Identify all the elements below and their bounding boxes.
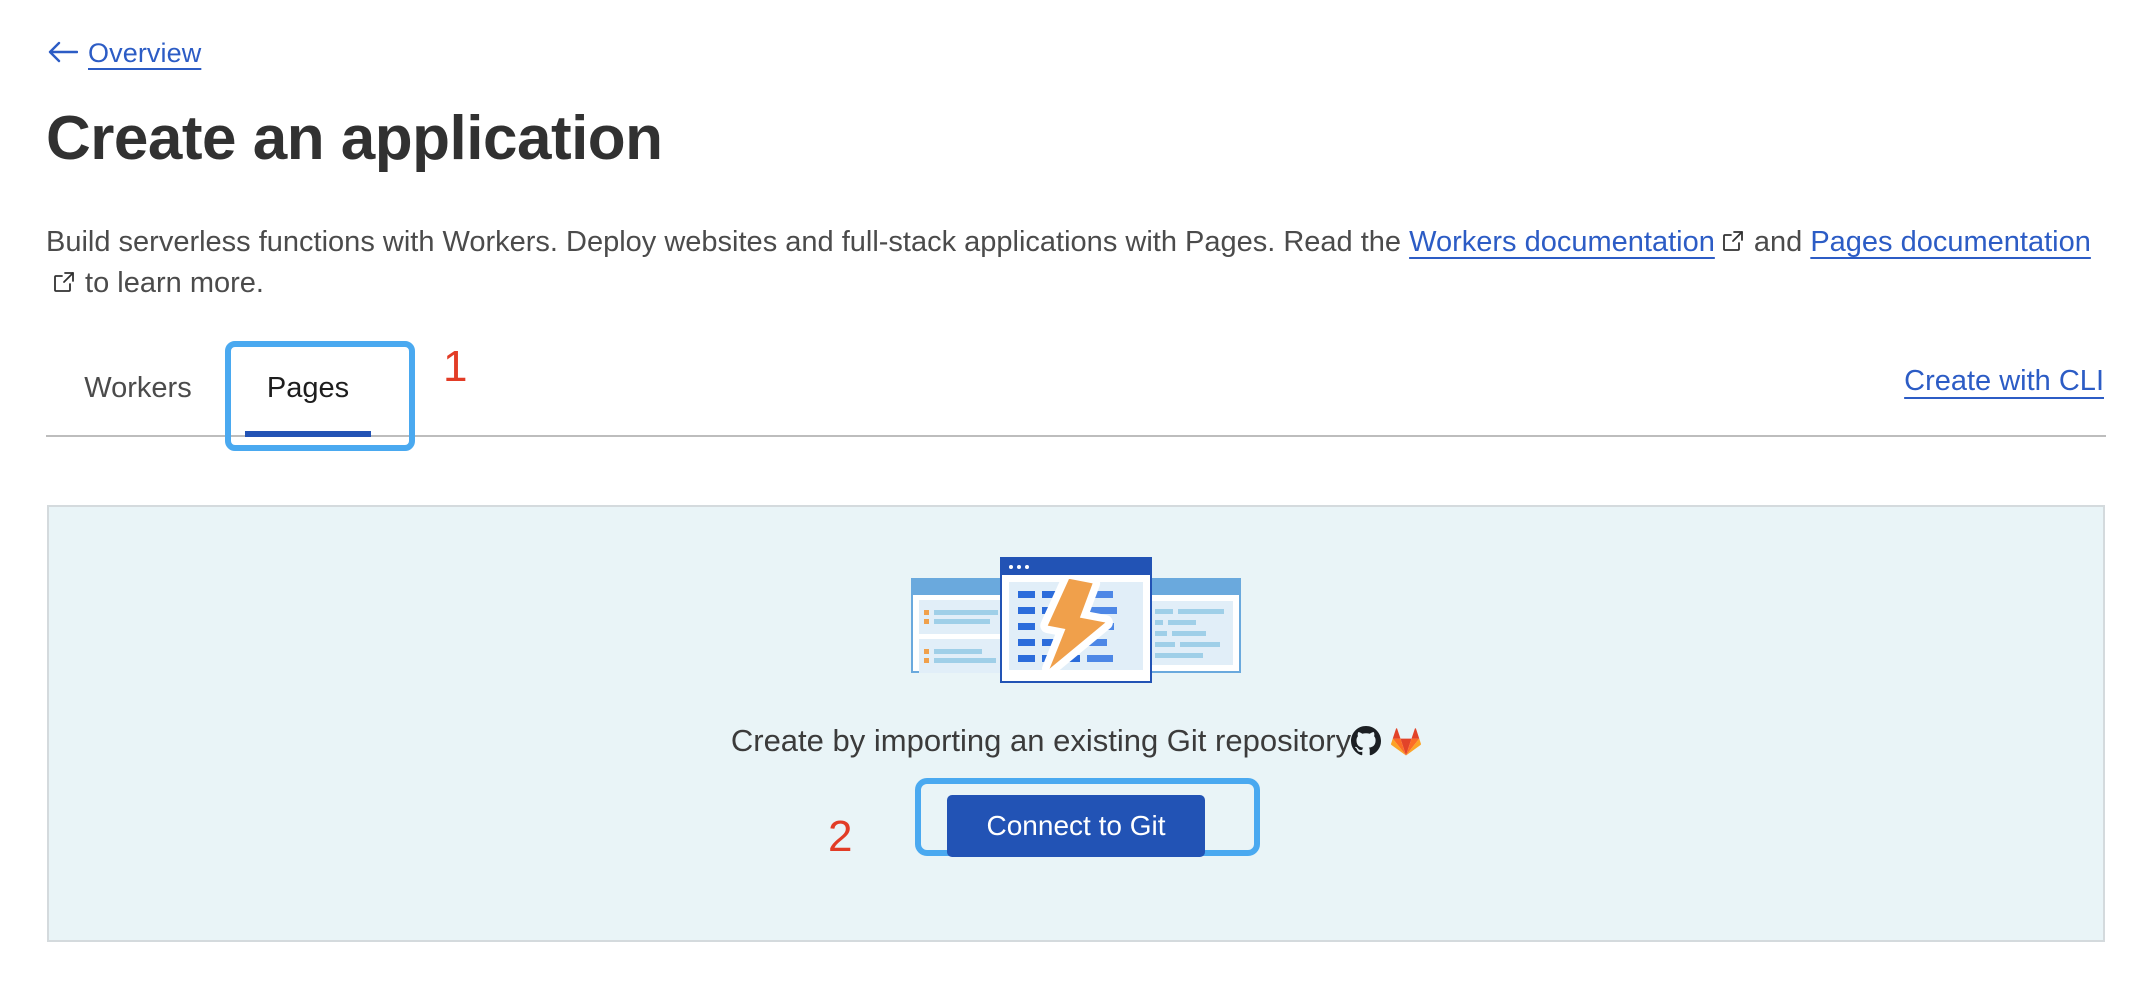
description-text-2: and [1745,226,1811,258]
left-arrow-icon [48,41,79,67]
window-title-bar [913,580,1009,595]
browser-windows-lightning-bolt-illustration [911,557,1241,683]
connect-to-git-button[interactable]: Connect to Git [947,795,1205,857]
create-application-page: Overview Create an application Build ser… [0,0,2150,1002]
annotation-number-2: 2 [828,812,853,861]
text-line [934,610,998,615]
connect-to-git-area: Connect to Git [915,778,1260,857]
create-with-cli-link[interactable]: Create with CLI [1904,365,2104,398]
annotation-box-pages-tab [225,341,415,451]
description-text-1: Build serverless functions with Workers.… [46,226,1410,258]
window-dot-icon [1017,565,1021,569]
illustration-right-window [1141,578,1241,673]
create-pages-card: Create by importing an existing Git repo… [47,505,2105,942]
window-title-bar [1143,580,1239,595]
illustration-left-window [911,578,1011,673]
text-line [934,619,990,624]
external-link-icon [1722,223,1744,263]
breadcrumb-back-overview[interactable]: Overview [48,38,201,69]
window-dot-icon [1009,565,1013,569]
bullet-dot-icon [924,619,929,624]
illustration-center-window [1000,557,1152,683]
page-description: Build serverless functions with Workers.… [46,222,2116,304]
bullet-dot-icon [924,658,929,663]
text-line [934,649,982,654]
lightning-bolt-icon [1034,571,1118,677]
text-line [934,658,996,663]
tab-workers[interactable]: Workers [76,340,200,437]
tab-workers-label: Workers [84,372,192,404]
window-title-bar [1002,559,1150,575]
content-block [1149,601,1233,665]
page-title: Create an application [46,104,663,173]
back-link-label: Overview [88,38,202,68]
annotation-number-1: 1 [443,342,468,391]
external-link-icon [53,264,75,304]
content-block [919,639,1003,673]
pages-documentation-link[interactable]: Pages documentation [1810,226,2091,258]
card-caption: Create by importing an existing Git repo… [49,723,2103,764]
content-block [919,600,1003,634]
github-icon [1351,726,1382,764]
workers-documentation-link[interactable]: Workers documentation [1409,226,1715,258]
bullet-dot-icon [924,610,929,615]
bullet-dot-icon [924,649,929,654]
description-text-3: to learn more. [77,267,264,299]
gitlab-icon [1391,728,1422,764]
card-caption-text: Create by importing an existing Git repo… [730,723,1352,758]
window-dot-icon [1025,565,1029,569]
